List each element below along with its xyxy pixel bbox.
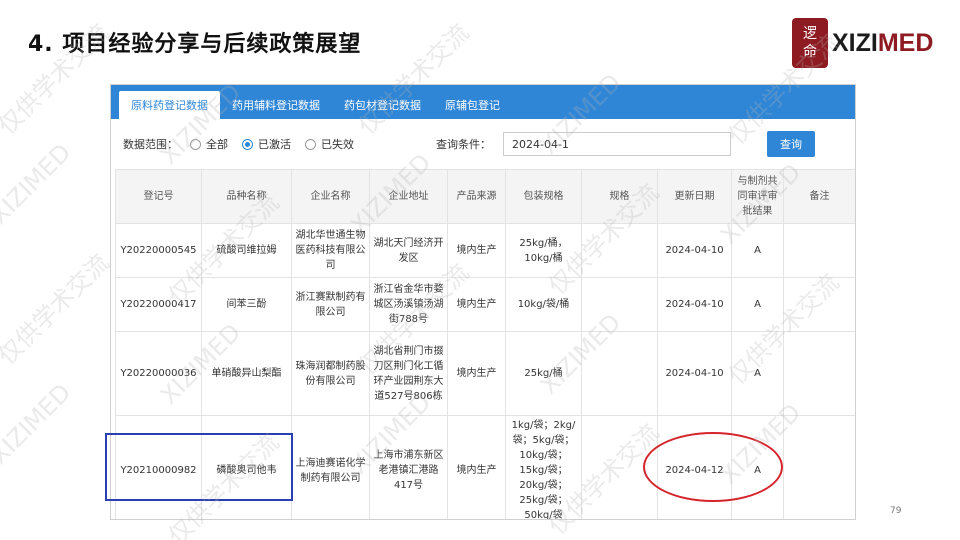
query-input[interactable] <box>503 132 731 156</box>
column-header[interactable]: 与制剂共同审评审批结果 <box>731 169 784 224</box>
package-spec-cell: 25kg/桶 <box>505 331 582 416</box>
update-date-cell: 2024-04-10 <box>657 223 732 278</box>
remarks-cell <box>783 331 855 416</box>
page-number: 79 <box>890 506 902 516</box>
radio-activated[interactable]: 已激活 <box>242 136 291 152</box>
table-row[interactable]: Y20220000417 间苯三酚 浙江赛默制药有限公司 浙江省金华市婺城区汤溪… <box>115 277 855 332</box>
tab-excipient-registration[interactable]: 药用辅料登记数据 <box>220 91 332 119</box>
column-header[interactable]: 企业名称 <box>291 169 370 224</box>
radio-all[interactable]: 全部 <box>190 136 228 152</box>
column-header[interactable]: 登记号 <box>115 169 202 224</box>
filter-bar: 数据范围： 全部 已激活 已失效 查询条件： 查询 <box>111 119 855 169</box>
registration-number-cell: Y20220000036 <box>115 331 202 416</box>
seal-char-1: 逻 <box>803 26 817 42</box>
radio-all-label: 全部 <box>206 138 228 151</box>
radio-expired-label: 已失效 <box>321 138 354 151</box>
company-name-cell: 浙江赛默制药有限公司 <box>291 277 370 332</box>
radio-checked-icon <box>242 138 253 150</box>
company-address-cell: 浙江省金华市婺城区汤溪镇汤湖街788号 <box>369 277 448 332</box>
company-address-cell: 上海市浦东新区老港镇汇港路417号 <box>369 415 448 519</box>
column-header[interactable]: 品种名称 <box>201 169 292 224</box>
update-date-cell: 2024-04-10 <box>657 331 732 416</box>
column-header[interactable]: 包装规格 <box>505 169 582 224</box>
product-source-cell: 境内生产 <box>447 331 506 416</box>
seal-char-2: 命 <box>803 44 817 60</box>
brand-name: XIZIMED <box>832 29 933 58</box>
column-header[interactable]: 企业地址 <box>369 169 448 224</box>
column-header[interactable]: 更新日期 <box>657 169 732 224</box>
package-spec-cell: 10kg/袋/桶 <box>505 277 582 332</box>
company-address-cell: 湖北省荆门市掇刀区荆门化工循环产业园荆东大道527号806栋 <box>369 331 448 416</box>
query-button[interactable]: 查询 <box>767 131 815 157</box>
spec-cell <box>581 223 658 278</box>
column-header[interactable]: 规格 <box>581 169 658 224</box>
review-result-cell: A <box>731 277 784 332</box>
watermark-text: 仅供学术交流 <box>0 248 115 371</box>
product-name-cell: 硫酸司维拉姆 <box>201 223 292 278</box>
tab-bar: 原料药登记数据 药用辅料登记数据 药包材登记数据 原辅包登记 <box>111 85 855 119</box>
highlight-box <box>105 433 293 501</box>
product-name-cell: 间苯三酚 <box>201 277 292 332</box>
company-name-cell: 珠海润都制药股份有限公司 <box>291 331 370 416</box>
tab-packaging-registration[interactable]: 药包材登记数据 <box>332 91 433 119</box>
product-source-cell: 境内生产 <box>447 223 506 278</box>
product-source-cell: 境内生产 <box>447 277 506 332</box>
radio-expired[interactable]: 已失效 <box>305 136 354 152</box>
seal-logo: 逻 命 <box>792 18 828 68</box>
product-source-cell: 境内生产 <box>447 415 506 519</box>
table-header-row: 登记号 品种名称 企业名称 企业地址 产品来源 包装规格 规格 更新日期 与制剂… <box>115 169 855 224</box>
column-header[interactable]: 产品来源 <box>447 169 506 224</box>
company-name-cell: 湖北华世通生物医药科技有限公司 <box>291 223 370 278</box>
registration-number-cell: Y20220000417 <box>115 277 202 332</box>
brand-suffix: MED <box>877 28 934 57</box>
table-row[interactable]: Y20220000545 硫酸司维拉姆 湖北华世通生物医药科技有限公司 湖北天门… <box>115 223 855 278</box>
spec-cell <box>581 331 658 416</box>
company-address-cell: 湖北天门经济开发区 <box>369 223 448 278</box>
review-result-cell: A <box>731 223 784 278</box>
watermark-text: XIZIMED <box>0 138 77 230</box>
query-condition-label: 查询条件： <box>436 138 491 151</box>
highlight-ellipse <box>643 432 783 502</box>
brand-prefix: XIZI <box>832 28 878 57</box>
company-name-cell: 上海迪赛诺化学制药有限公司 <box>291 415 370 519</box>
package-spec-cell: 25kg/桶，10kg/桶 <box>505 223 582 278</box>
remarks-cell <box>783 277 855 332</box>
tab-combined-registration[interactable]: 原辅包登记 <box>433 91 512 119</box>
update-date-cell: 2024-04-10 <box>657 277 732 332</box>
radio-activated-label: 已激活 <box>258 138 291 151</box>
data-range-label: 数据范围： <box>123 138 178 151</box>
watermark-text: XIZIMED <box>0 378 77 470</box>
review-result-cell: A <box>731 331 784 416</box>
column-header[interactable]: 备注 <box>783 169 855 224</box>
radio-circle-icon <box>305 138 316 150</box>
remarks-cell <box>783 415 855 519</box>
xizimed-logo: 逻 命 XIZIMED <box>792 18 933 68</box>
radio-circle-icon <box>190 138 201 150</box>
package-spec-cell: 1kg/袋；2kg/袋；5kg/袋；10kg/袋；15kg/袋；20kg/袋；2… <box>505 415 582 519</box>
slide-title: 4. 项目经验分享与后续政策展望 <box>28 32 362 57</box>
product-name-cell: 单硝酸异山梨酯 <box>201 331 292 416</box>
table-row[interactable]: Y20220000036 单硝酸异山梨酯 珠海润都制药股份有限公司 湖北省荆门市… <box>115 331 855 416</box>
remarks-cell <box>783 223 855 278</box>
spec-cell <box>581 277 658 332</box>
registration-number-cell: Y20220000545 <box>115 223 202 278</box>
tab-api-registration[interactable]: 原料药登记数据 <box>119 91 220 119</box>
